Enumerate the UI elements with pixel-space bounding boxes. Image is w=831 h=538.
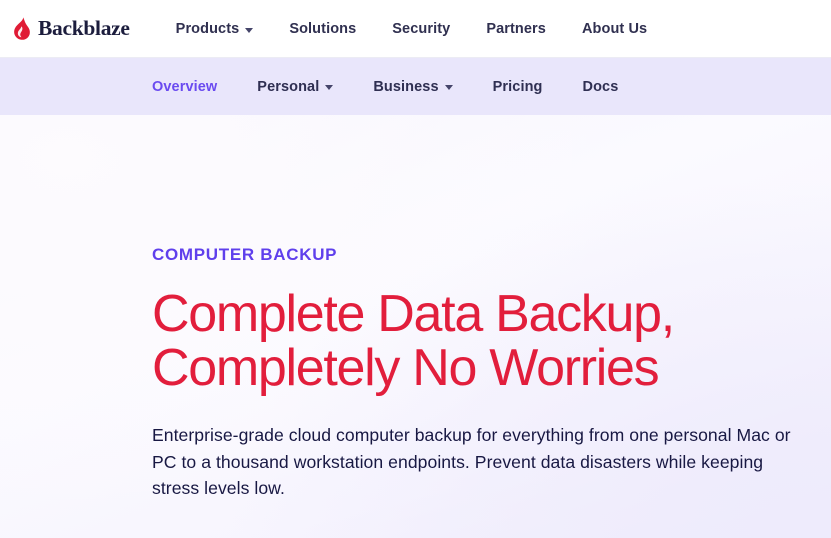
- site-logo-wordmark: Backblaze: [38, 16, 130, 41]
- page-title-line-1: Complete Data Backup,: [152, 284, 675, 343]
- nav-item-partners[interactable]: Partners: [486, 15, 546, 43]
- subnav-item-overview-label: Overview: [152, 78, 218, 95]
- site-logo-link[interactable]: Backblaze: [12, 17, 130, 41]
- subnav-item-overview[interactable]: Overview: [152, 79, 217, 95]
- subnav-item-pricing[interactable]: Pricing: [493, 79, 543, 95]
- hero-description: Enterprise-grade cloud computer backup f…: [152, 424, 791, 499]
- hero-eyebrow: COMPUTER BACKUP: [152, 245, 338, 264]
- nav-item-solutions-label: Solutions: [289, 21, 357, 37]
- flame-droplet-icon: [14, 17, 30, 40]
- subnav-item-pricing-label: Pricing: [492, 78, 543, 95]
- nav-item-security[interactable]: Security: [392, 15, 450, 43]
- page-title: Complete Data Backup, Completely No Worr…: [152, 287, 752, 396]
- subnav-item-personal[interactable]: Personal: [257, 78, 334, 95]
- subnav-item-business-label: Business: [373, 78, 439, 95]
- primary-navigation-bar: Backblaze Products Solutions Security Pa…: [0, 0, 831, 58]
- nav-item-solutions[interactable]: Solutions: [289, 15, 356, 43]
- subnav-item-docs-label: Docs: [582, 78, 619, 95]
- subnav-item-docs[interactable]: Docs: [583, 79, 619, 95]
- chevron-down-icon: [245, 27, 254, 33]
- nav-item-partners-label: Partners: [486, 21, 546, 37]
- nav-item-security-label: Security: [392, 21, 451, 37]
- subnav-item-business[interactable]: Business: [373, 78, 453, 95]
- chevron-down-icon: [325, 85, 334, 90]
- hero-section: COMPUTER BACKUP Complete Data Backup, Co…: [0, 115, 831, 538]
- secondary-navigation-bar: Overview Personal Business Pricing Docs: [0, 58, 831, 115]
- nav-item-products-label: Products: [175, 21, 240, 37]
- page-root: Backblaze Products Solutions Security Pa…: [0, 0, 831, 538]
- page-title-line-2: Completely No Worries: [152, 339, 660, 398]
- primary-nav-list: Products Solutions Security Partners Abo…: [176, 15, 648, 43]
- chevron-down-icon: [444, 85, 453, 90]
- nav-item-products[interactable]: Products: [176, 15, 254, 43]
- nav-item-about-us[interactable]: About Us: [582, 15, 647, 43]
- subnav-item-personal-label: Personal: [257, 78, 320, 95]
- nav-item-about-us-label: About Us: [581, 21, 648, 37]
